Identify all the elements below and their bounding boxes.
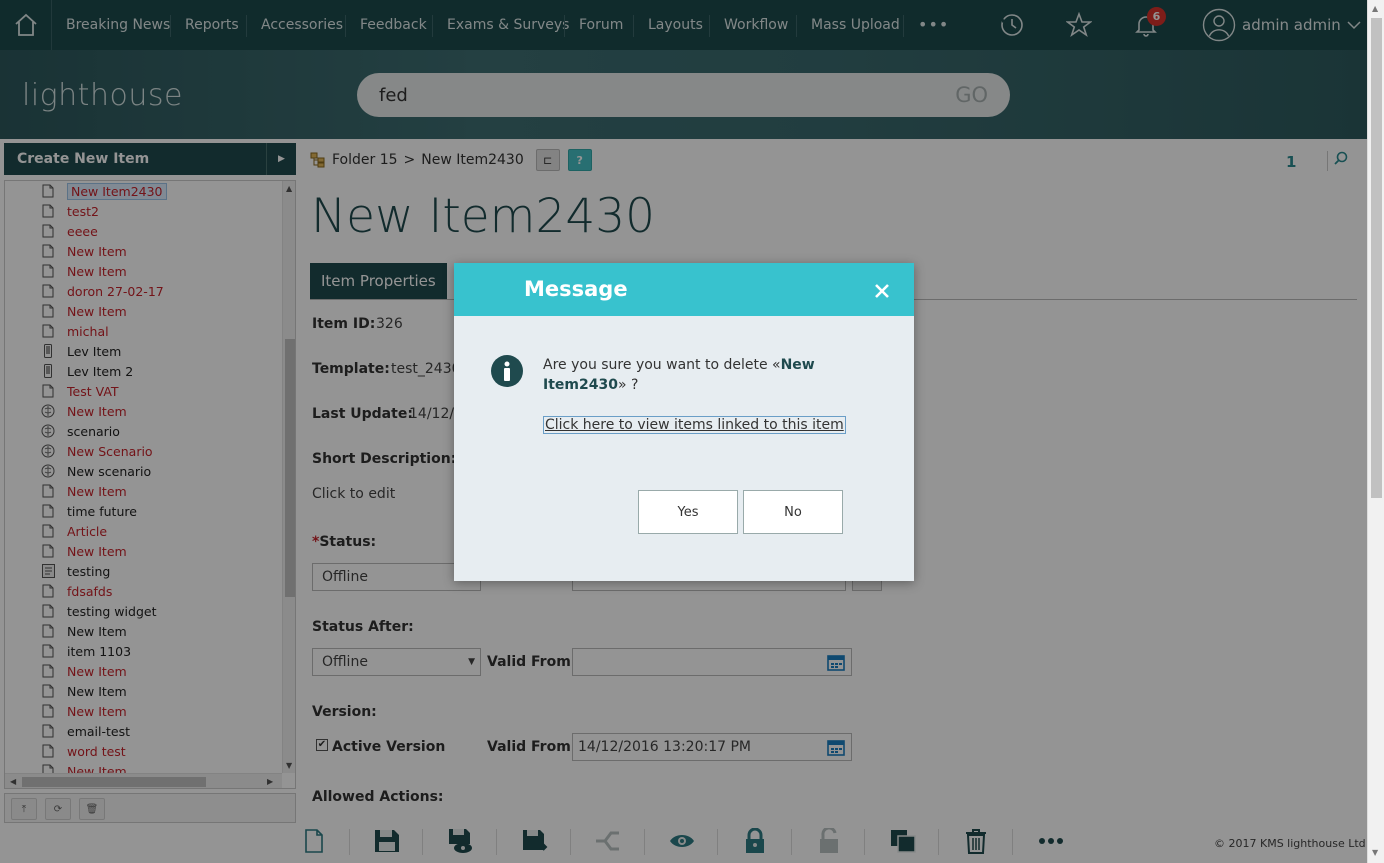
close-icon bbox=[875, 284, 889, 298]
dialog-message-prefix: Are you sure you want to delete « bbox=[543, 357, 781, 373]
info-icon bbox=[491, 355, 523, 387]
dialog-message: Are you sure you want to delete «New Ite… bbox=[543, 355, 823, 395]
page-scroll-thumb[interactable] bbox=[1371, 18, 1382, 498]
message-dialog: Message Are you sure you want to delete … bbox=[454, 263, 914, 581]
yes-button[interactable]: Yes bbox=[638, 490, 738, 534]
dialog-header: Message bbox=[454, 263, 914, 316]
dialog-title: Message bbox=[524, 277, 628, 301]
view-linked-items-link[interactable]: Click here to view items linked to this … bbox=[543, 416, 846, 434]
page-scrollbar[interactable]: ▲ ▼ bbox=[1367, 0, 1384, 863]
no-button[interactable]: No bbox=[743, 490, 843, 534]
dialog-message-suffix: » ? bbox=[617, 377, 639, 393]
dialog-close-button[interactable] bbox=[871, 280, 893, 302]
